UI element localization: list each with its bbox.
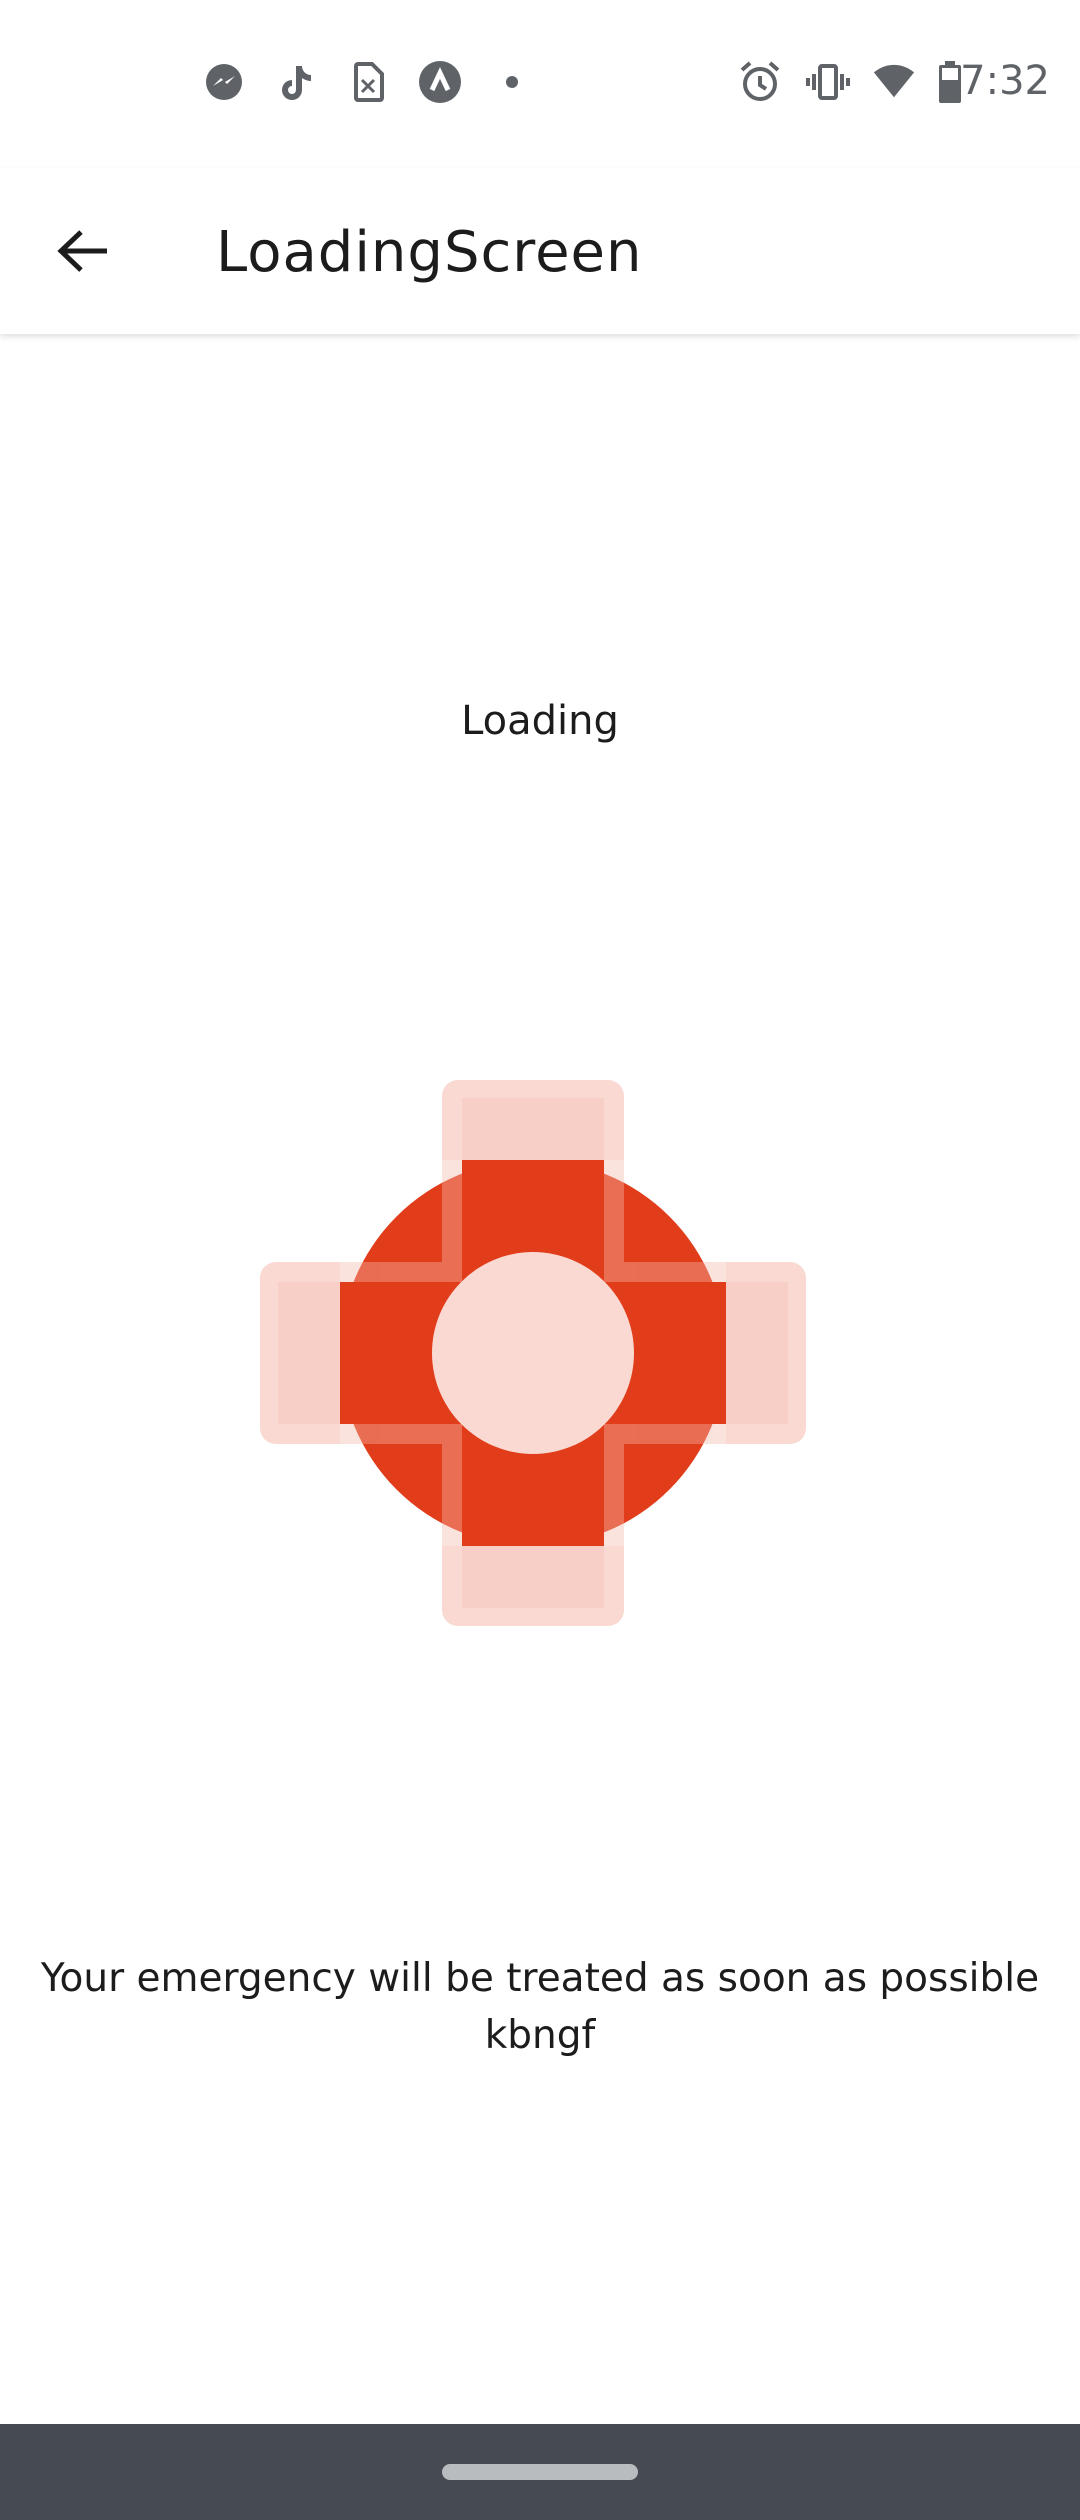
navigation-bar (0, 2424, 1080, 2520)
vibrate-icon (806, 60, 850, 104)
screen: 7:32 LoadingScreen Loading Your emergenc… (0, 0, 1080, 2520)
page-title: LoadingScreen (216, 220, 643, 285)
app-bar: LoadingScreen (0, 168, 1080, 334)
status-bar: 7:32 (0, 0, 1080, 168)
emergency-logo-icon (256, 1076, 808, 1628)
sim-card-icon (346, 60, 390, 104)
wifi-icon (872, 60, 916, 104)
back-button[interactable] (38, 208, 128, 298)
alarm-icon (738, 60, 782, 104)
home-handle[interactable] (442, 2464, 638, 2480)
dot-icon (490, 60, 534, 104)
app-caret-icon (418, 60, 462, 104)
tiktok-icon (272, 60, 316, 104)
messenger-icon (202, 60, 246, 104)
loading-label: Loading (461, 698, 619, 744)
arrow-back-icon (57, 229, 109, 277)
status-time: 7:32 (960, 58, 1050, 104)
emergency-message: Your emergency will be treated as soon a… (40, 1956, 1040, 2058)
